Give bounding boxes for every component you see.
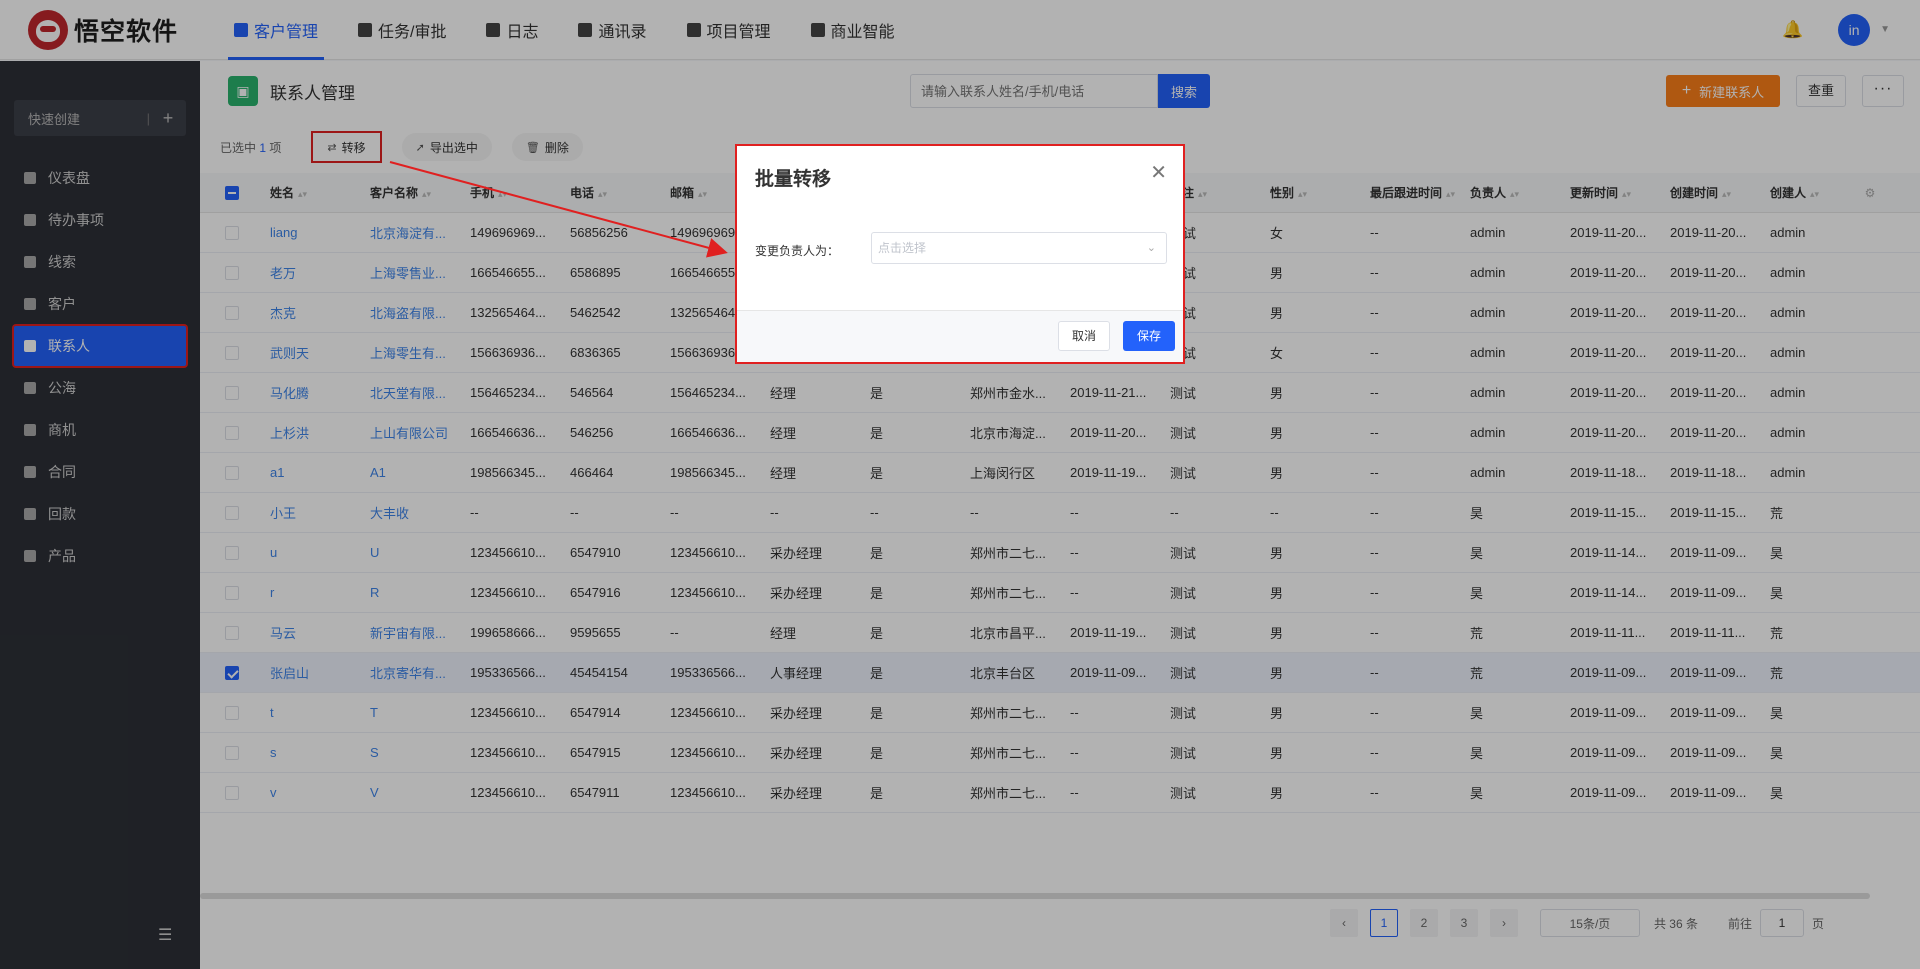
dialog-title: 批量转移: [755, 169, 832, 190]
close-icon[interactable]: ✕: [1150, 160, 1167, 185]
owner-field-label: 变更负责人为：: [755, 244, 840, 258]
batch-transfer-dialog: 批量转移 ✕ 变更负责人为： 点击选择 ⌄ 取消 保存: [735, 144, 1185, 364]
save-button[interactable]: 保存: [1123, 321, 1175, 351]
owner-select[interactable]: 点击选择 ⌄: [871, 232, 1167, 264]
chevron-down-icon: ⌄: [1146, 242, 1156, 254]
dialog-footer: 取消 保存: [737, 310, 1183, 362]
cancel-button[interactable]: 取消: [1058, 321, 1110, 351]
